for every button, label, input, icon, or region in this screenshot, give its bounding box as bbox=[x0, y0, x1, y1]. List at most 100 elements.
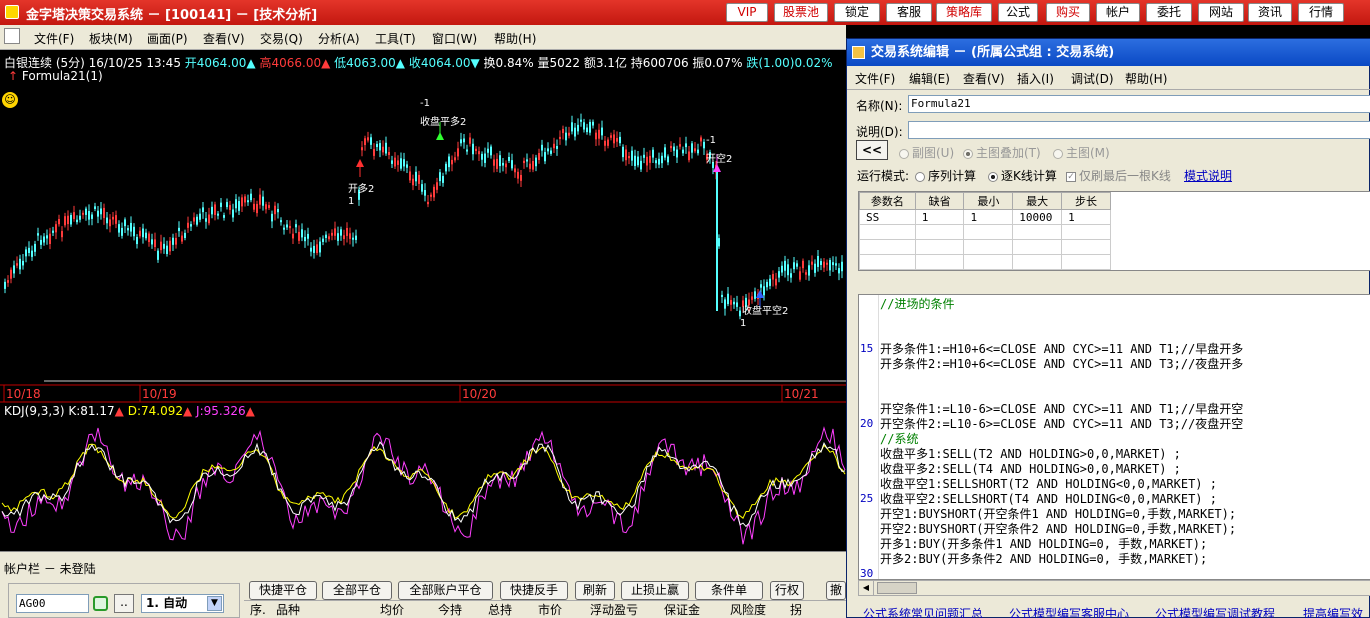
table-header-cell[interactable]: 序. bbox=[250, 601, 266, 618]
code-input[interactable]: AG00 bbox=[16, 594, 89, 613]
candle-body bbox=[184, 232, 186, 238]
bottom-button-6[interactable]: 条件单 bbox=[695, 581, 763, 600]
top-button-4[interactable]: 策略库 bbox=[936, 3, 992, 22]
bottom-button-5[interactable]: 止损止赢 bbox=[621, 581, 689, 600]
menu-item-3[interactable]: 查看(V) bbox=[203, 30, 245, 47]
code-editor[interactable]: 15 20 25 30 //进场的条件 开多条件1:=H10+6<=CLOSE AND … bbox=[858, 294, 1370, 580]
param-empty-row[interactable] bbox=[859, 239, 1370, 255]
collapse-button[interactable]: << bbox=[856, 140, 888, 160]
param-header-cell[interactable]: 步长 bbox=[1061, 192, 1111, 210]
code-line[interactable]: //进场的条件 bbox=[880, 295, 954, 312]
scrollbar-thumb[interactable] bbox=[877, 582, 917, 594]
dialog-menu-item-3[interactable]: 插入(I) bbox=[1017, 70, 1054, 87]
candle-body bbox=[328, 236, 330, 240]
candle-body bbox=[508, 156, 510, 161]
chart-mode-radio-0[interactable]: 副图(U) bbox=[899, 144, 954, 161]
bottom-button-2[interactable]: 全部账户平仓 bbox=[398, 581, 493, 600]
top-button-0[interactable]: VIP bbox=[726, 3, 768, 22]
param-cell[interactable]: 1 bbox=[963, 209, 1014, 225]
menu-item-1[interactable]: 板块(M) bbox=[89, 30, 133, 47]
candle-body bbox=[385, 142, 387, 154]
candle-body bbox=[313, 245, 315, 253]
table-header-cell[interactable]: 拐 bbox=[790, 601, 802, 618]
menu-item-7[interactable]: 窗口(W) bbox=[432, 30, 477, 47]
code-line[interactable]: 开多2:BUY(开多条件2 AND HOLDING=0, 手数,MARKET); bbox=[880, 550, 1207, 567]
top-button-9[interactable]: 网站 bbox=[1198, 3, 1244, 22]
mode-help-link[interactable]: 模式说明 bbox=[1184, 167, 1232, 184]
run-mode-radio-1[interactable]: 逐K线计算 bbox=[988, 167, 1057, 184]
help-link-1[interactable]: 公式模型编写客服中心 bbox=[1009, 605, 1129, 618]
param-row[interactable]: SS 1 1 10000 1 bbox=[859, 209, 1370, 225]
table-header-cell[interactable]: 市价 bbox=[538, 601, 562, 618]
code-line[interactable]: 开空条件2:=L10-6>=CLOSE AND CYC>=11 AND T3;/… bbox=[880, 415, 1243, 432]
param-cell[interactable]: 10000 bbox=[1012, 209, 1063, 225]
top-button-1[interactable]: 股票池 bbox=[774, 3, 828, 22]
parameter-table[interactable]: 参数名 缺省 最小 最大 步长 SS 1 1 10000 1 bbox=[858, 191, 1370, 271]
menu-item-8[interactable]: 帮助(H) bbox=[494, 30, 536, 47]
table-header-cell[interactable]: 品种 bbox=[276, 601, 300, 618]
help-link-0[interactable]: 公式系统常见问题汇总 bbox=[863, 605, 983, 618]
table-header-cell[interactable]: 风险度 bbox=[730, 601, 766, 618]
last-bar-only-checkbox[interactable]: ✓ 仅刷最后一根K线 bbox=[1066, 167, 1171, 184]
param-cell[interactable]: 1 bbox=[914, 209, 965, 225]
candle-body bbox=[28, 247, 30, 253]
table-header-cell[interactable]: 今持 bbox=[438, 601, 462, 618]
table-header-cell[interactable]: 总持 bbox=[488, 601, 512, 618]
more-button[interactable]: .. bbox=[114, 594, 134, 613]
chevron-down-icon[interactable]: ▼ bbox=[207, 596, 222, 611]
top-button-8[interactable]: 委托 bbox=[1146, 3, 1192, 22]
bottom-button-8[interactable]: 撤 bbox=[826, 581, 846, 600]
bottom-button-7[interactable]: 行权 bbox=[770, 581, 804, 600]
top-button-3[interactable]: 客服 bbox=[886, 3, 932, 22]
dialog-menu-item-2[interactable]: 查看(V) bbox=[963, 70, 1005, 87]
app-window: 金字塔决策交易系统 － [100141] － [技术分析] VIP 股票池 锁定 客服… bbox=[0, 0, 1370, 618]
menu-item-6[interactable]: 工具(T) bbox=[375, 30, 416, 47]
bottom-button-0[interactable]: 快捷平仓 bbox=[249, 581, 317, 600]
top-button-6[interactable]: 购买 bbox=[1046, 3, 1090, 22]
param-cell[interactable]: 1 bbox=[1061, 209, 1111, 225]
help-link-3[interactable]: 提高编写效 bbox=[1303, 605, 1363, 618]
bottom-button-3[interactable]: 快捷反手 bbox=[500, 581, 568, 600]
top-button-7[interactable]: 帐户 bbox=[1096, 3, 1140, 22]
menu-item-4[interactable]: 交易(Q) bbox=[260, 30, 303, 47]
menu-item-0[interactable]: 文件(F) bbox=[34, 30, 74, 47]
param-header-cell[interactable]: 缺省 bbox=[914, 192, 965, 210]
name-input[interactable]: Formula21 bbox=[908, 95, 1370, 113]
mode-select[interactable]: 1. 自动 ▼ bbox=[141, 594, 224, 613]
top-button-5[interactable]: 公式 bbox=[998, 3, 1038, 22]
param-cell[interactable]: SS bbox=[859, 209, 916, 225]
lock-icon[interactable] bbox=[93, 596, 108, 611]
bottom-button-4[interactable]: 刷新 bbox=[575, 581, 615, 600]
dialog-menu-item-1[interactable]: 编辑(E) bbox=[909, 70, 950, 87]
candle-body bbox=[52, 230, 54, 233]
help-link-2[interactable]: 公式模型编写调试教程 bbox=[1155, 605, 1275, 618]
top-button-10[interactable]: 资讯 bbox=[1248, 3, 1292, 22]
dialog-menu-item-4[interactable]: 调试(D) bbox=[1071, 70, 1114, 87]
chart-area[interactable]: 白银连续 (5分) 16/10/25 13:45 开4064.00▲ 高4066… bbox=[0, 51, 846, 551]
table-header-cell[interactable]: 浮动盈亏 bbox=[590, 601, 638, 618]
table-header-cell[interactable]: 均价 bbox=[380, 601, 404, 618]
top-button-11[interactable]: 行情 bbox=[1298, 3, 1344, 22]
menu-item-5[interactable]: 分析(A) bbox=[318, 30, 360, 47]
dialog-title-bar[interactable]: 交易系统编辑 － (所属公式组 : 交易系统) bbox=[847, 39, 1370, 66]
candle-body bbox=[166, 245, 168, 254]
param-header-cell[interactable]: 最小 bbox=[963, 192, 1014, 210]
chart-mode-radio-1[interactable]: 主图叠加(T) bbox=[963, 144, 1041, 161]
code-line[interactable]: 开多条件2:=H10+6<=CLOSE AND CYC>=11 AND T3;/… bbox=[880, 355, 1243, 372]
param-header-cell[interactable]: 最大 bbox=[1012, 192, 1063, 210]
table-header-cell[interactable]: 保证金 bbox=[664, 601, 700, 618]
param-empty-row[interactable] bbox=[859, 224, 1370, 240]
top-button-2[interactable]: 锁定 bbox=[834, 3, 880, 22]
dialog-menu-item-5[interactable]: 帮助(H) bbox=[1125, 70, 1167, 87]
menu-item-2[interactable]: 画面(P) bbox=[147, 30, 188, 47]
bottom-button-1[interactable]: 全部平仓 bbox=[322, 581, 392, 600]
run-mode-radio-0[interactable]: 序列计算 bbox=[915, 167, 976, 184]
param-empty-row[interactable] bbox=[859, 254, 1370, 270]
horizontal-scrollbar[interactable]: ◀ bbox=[858, 580, 1370, 596]
chart-mode-radio-2[interactable]: 主图(M) bbox=[1053, 144, 1110, 161]
description-input[interactable] bbox=[908, 121, 1370, 139]
dialog-menu-item-0[interactable]: 文件(F) bbox=[855, 70, 895, 87]
param-header-cell[interactable]: 参数名 bbox=[859, 192, 916, 210]
scroll-left-icon[interactable]: ◀ bbox=[859, 581, 874, 595]
document-icon[interactable] bbox=[4, 28, 20, 44]
